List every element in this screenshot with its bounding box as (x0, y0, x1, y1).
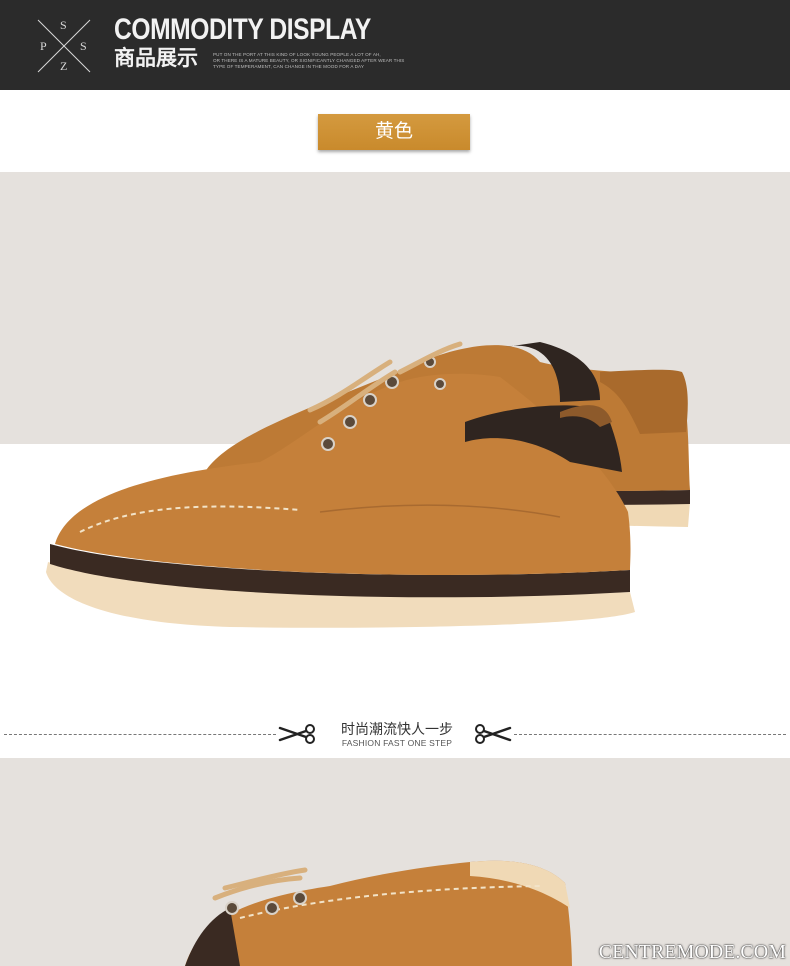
logo-letter-right: S (80, 39, 87, 53)
header-banner: S P S Z COMMODITY DISPLAY 商品展示 PUT ON TH… (0, 0, 790, 90)
scissors-icon (475, 724, 512, 744)
logo-letter-top: S (60, 18, 67, 32)
product-photo-pair (0, 172, 790, 712)
logo-letter-bottom: Z (60, 59, 68, 73)
product-photo-closeup (0, 758, 790, 966)
color-tag: 黄色 (318, 114, 470, 150)
logo-letter-left: P (40, 39, 47, 53)
shoe-closeup-image (185, 860, 572, 966)
divider-title: 时尚潮流快人一步 (341, 721, 453, 737)
dashed-line-left (4, 734, 276, 735)
header-tagline: PUT ON THE PORT AT THIS KIND OF LOOK YOU… (213, 52, 405, 69)
shoe-pair-image (46, 341, 690, 628)
brand-logo: S P S Z (36, 18, 92, 74)
divider-subtitle: FASHION FAST ONE STEP (341, 738, 453, 748)
header-title-en: COMMODITY DISPLAY (114, 13, 371, 46)
dashed-line-right (514, 734, 786, 735)
section-divider: 时尚潮流快人一步 FASHION FAST ONE STEP (0, 712, 790, 758)
scissors-icon (278, 724, 315, 744)
header-title-cn: 商品展示 (114, 47, 198, 70)
watermark-text: CENTREMODE.COM (598, 941, 786, 963)
